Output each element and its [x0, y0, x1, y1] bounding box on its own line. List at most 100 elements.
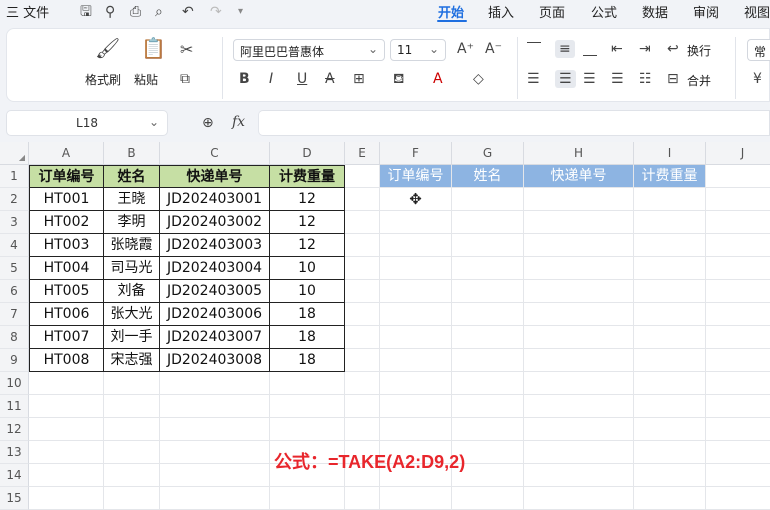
- cell[interactable]: [452, 372, 524, 395]
- cell[interactable]: [160, 372, 270, 395]
- cell[interactable]: [706, 349, 770, 372]
- table-cell[interactable]: 10: [270, 257, 345, 280]
- source-header-cell[interactable]: 计费重量: [270, 165, 345, 188]
- cell[interactable]: [524, 326, 634, 349]
- currency-icon[interactable]: ¥: [753, 72, 762, 86]
- increase-indent-icon[interactable]: ⇥: [639, 42, 651, 56]
- merge-cells-button[interactable]: 合并: [687, 72, 711, 89]
- source-header-cell[interactable]: 姓名: [104, 165, 160, 188]
- cell[interactable]: [104, 464, 160, 487]
- cell[interactable]: [706, 487, 770, 510]
- cell[interactable]: [345, 326, 380, 349]
- table-cell[interactable]: HT002: [29, 211, 104, 234]
- column-header-J[interactable]: J: [706, 142, 770, 165]
- tab-data[interactable]: 数据: [642, 2, 668, 21]
- cell[interactable]: [524, 257, 634, 280]
- table-cell[interactable]: JD202403007: [160, 326, 270, 349]
- cell[interactable]: [452, 487, 524, 510]
- row-header-2[interactable]: 2: [0, 188, 29, 211]
- cell[interactable]: [160, 487, 270, 510]
- cell[interactable]: [524, 464, 634, 487]
- table-cell[interactable]: JD202403006: [160, 303, 270, 326]
- underline-icon[interactable]: U: [297, 72, 307, 86]
- table-cell[interactable]: HT001: [29, 188, 104, 211]
- font-size-select[interactable]: 11 ⌄: [390, 39, 446, 61]
- cell[interactable]: [452, 395, 524, 418]
- row-header-13[interactable]: 13: [0, 441, 29, 464]
- table-cell[interactable]: 刘一手: [104, 326, 160, 349]
- cell[interactable]: [104, 372, 160, 395]
- cell[interactable]: [524, 303, 634, 326]
- clear-format-icon[interactable]: ◇: [473, 72, 484, 86]
- cell[interactable]: [104, 418, 160, 441]
- cell[interactable]: [634, 303, 706, 326]
- increase-font-icon[interactable]: A⁺: [457, 42, 474, 56]
- table-cell[interactable]: HT005: [29, 280, 104, 303]
- cell[interactable]: [452, 211, 524, 234]
- cell[interactable]: [452, 418, 524, 441]
- cell[interactable]: [270, 487, 345, 510]
- cell[interactable]: [104, 441, 160, 464]
- align-top-icon[interactable]: ⎺: [527, 42, 541, 56]
- cell[interactable]: [634, 188, 706, 211]
- formula-input[interactable]: [258, 110, 770, 136]
- table-cell[interactable]: HT004: [29, 257, 104, 280]
- tab-insert[interactable]: 插入: [488, 2, 514, 21]
- cell[interactable]: [706, 464, 770, 487]
- wrap-icon[interactable]: ↩: [667, 42, 679, 56]
- cell[interactable]: [706, 234, 770, 257]
- cell[interactable]: [524, 188, 634, 211]
- cell[interactable]: [634, 464, 706, 487]
- cell[interactable]: [380, 349, 452, 372]
- tab-review[interactable]: 审阅: [693, 2, 719, 21]
- cell[interactable]: [524, 211, 634, 234]
- name-box[interactable]: L18 ⌄: [6, 110, 168, 136]
- table-cell[interactable]: 李明: [104, 211, 160, 234]
- row-header-7[interactable]: 7: [0, 303, 29, 326]
- table-cell[interactable]: 10: [270, 280, 345, 303]
- row-header-6[interactable]: 6: [0, 280, 29, 303]
- cell[interactable]: [345, 303, 380, 326]
- table-cell[interactable]: 张晓霞: [104, 234, 160, 257]
- strikethrough-icon[interactable]: A: [325, 72, 335, 86]
- italic-icon[interactable]: I: [269, 72, 273, 86]
- column-header-D[interactable]: D: [270, 142, 345, 165]
- format-painter-label[interactable]: 格式刷: [85, 71, 121, 88]
- cell[interactable]: [345, 280, 380, 303]
- cell[interactable]: [345, 257, 380, 280]
- cell[interactable]: [380, 372, 452, 395]
- tab-formulas[interactable]: 公式: [591, 2, 617, 21]
- column-header-A[interactable]: A: [29, 142, 104, 165]
- redo-icon[interactable]: ↷: [210, 5, 222, 19]
- table-cell[interactable]: 王晓: [104, 188, 160, 211]
- cell[interactable]: [345, 487, 380, 510]
- cell[interactable]: [29, 395, 104, 418]
- column-header-H[interactable]: H: [524, 142, 634, 165]
- paste-label[interactable]: 粘贴: [134, 71, 158, 88]
- cell[interactable]: [380, 211, 452, 234]
- cell[interactable]: [380, 326, 452, 349]
- wrap-text-button[interactable]: 换行: [687, 42, 711, 59]
- table-cell[interactable]: JD202403005: [160, 280, 270, 303]
- cell[interactable]: [524, 441, 634, 464]
- row-header-9[interactable]: 9: [0, 349, 29, 372]
- cell[interactable]: [380, 257, 452, 280]
- cell[interactable]: [380, 234, 452, 257]
- cell[interactable]: [345, 165, 380, 188]
- cell[interactable]: [345, 418, 380, 441]
- table-cell[interactable]: 18: [270, 326, 345, 349]
- cell[interactable]: [634, 280, 706, 303]
- tab-home[interactable]: 开始: [438, 2, 464, 21]
- cell[interactable]: [706, 372, 770, 395]
- table-cell[interactable]: 12: [270, 234, 345, 257]
- cell[interactable]: [29, 372, 104, 395]
- fx-icon[interactable]: fx: [232, 115, 245, 129]
- cell[interactable]: [706, 395, 770, 418]
- cell[interactable]: [452, 257, 524, 280]
- more-chevron-icon[interactable]: ▾: [238, 5, 243, 19]
- format-painter-icon[interactable]: 🖌: [95, 38, 120, 58]
- decrease-font-icon[interactable]: A⁻: [485, 42, 502, 56]
- column-header-F[interactable]: F: [380, 142, 452, 165]
- distribute-icon[interactable]: ☷: [639, 72, 652, 86]
- row-header-15[interactable]: 15: [0, 487, 29, 510]
